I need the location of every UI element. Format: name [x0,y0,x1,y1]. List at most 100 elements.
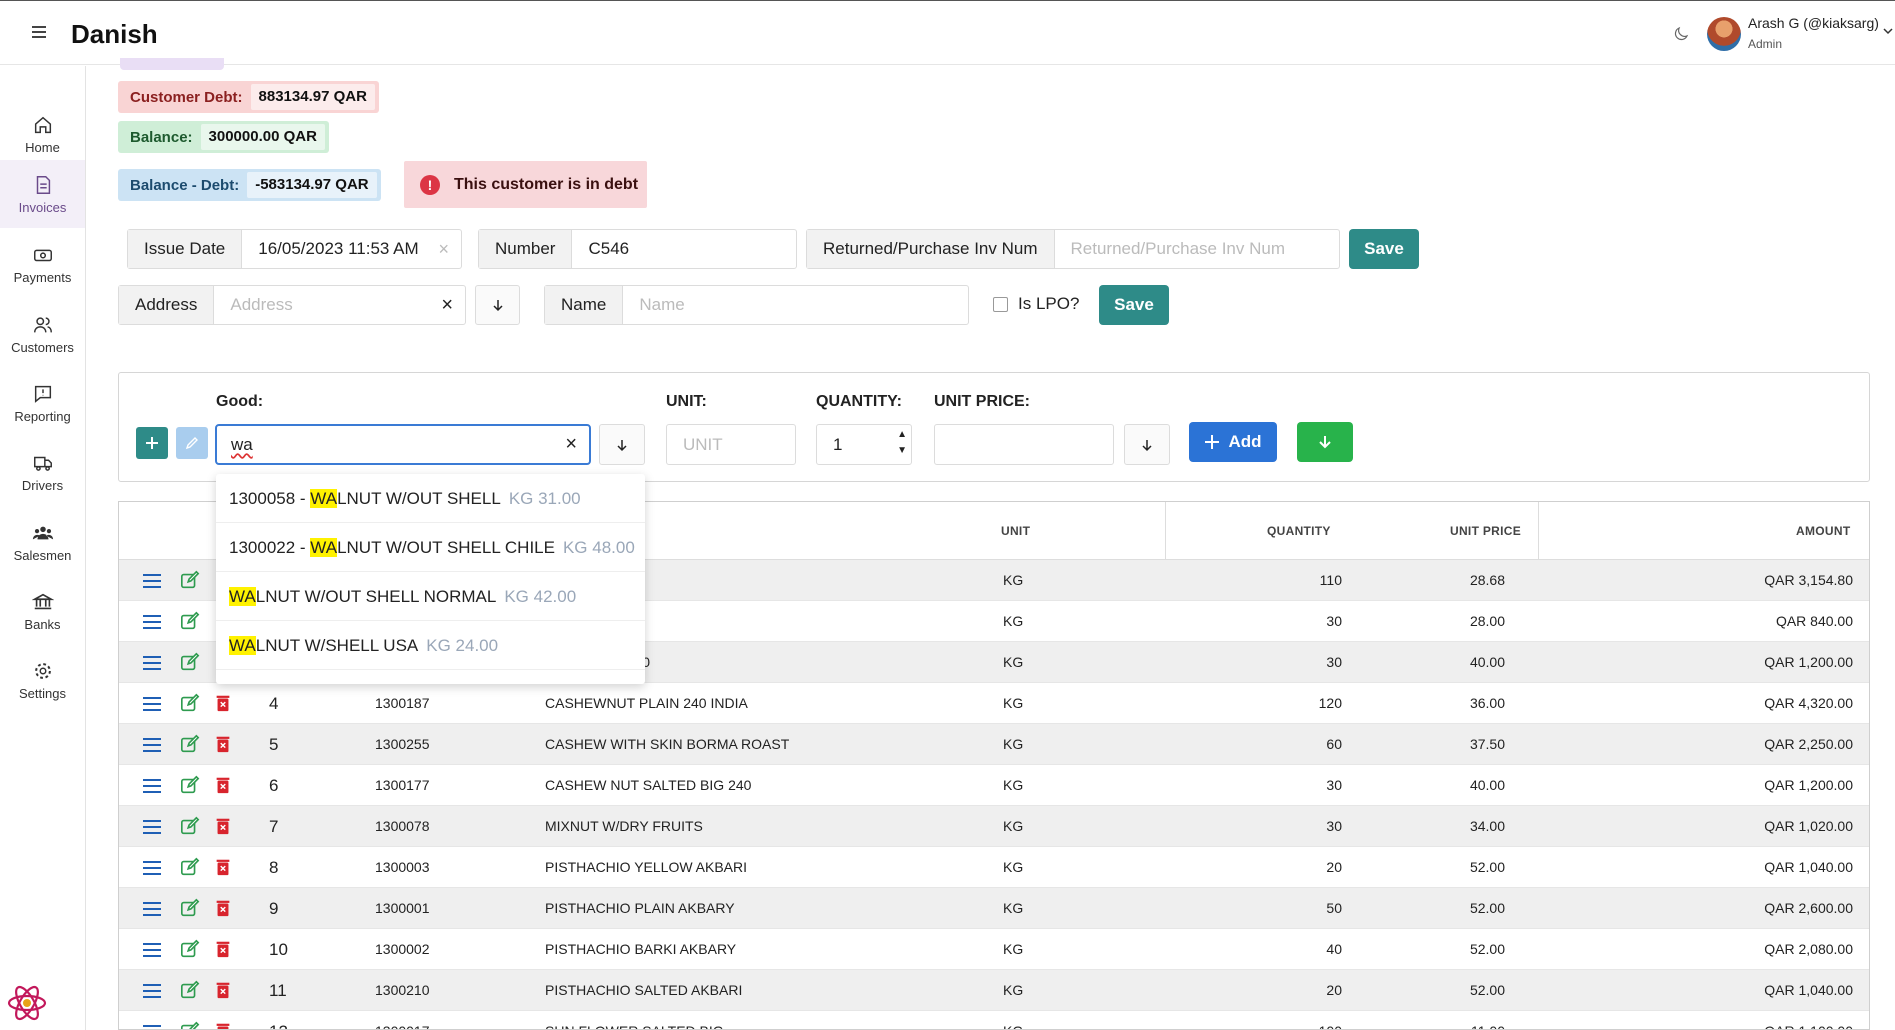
suggestion-option[interactable]: 1300058 - WALNUT W/OUT SHELL KG 31.00 [216,474,645,523]
row-delete-icon[interactable] [213,734,235,756]
chevron-down-icon[interactable] [1882,25,1894,37]
edit-good-button[interactable] [176,427,208,459]
row-delete-icon[interactable] [213,693,235,715]
sidebar-item-banks[interactable]: Banks [0,577,85,645]
row-quantity: 100 [1319,1011,1342,1029]
header-quantity[interactable]: QUANTITY [1267,524,1331,538]
sidebar-item-drivers[interactable]: Drivers [0,438,85,506]
quantity-stepper[interactable]: 1 ▲ ▼ [816,424,912,465]
good-dropdown-button[interactable] [599,424,645,465]
save-button-2[interactable]: Save [1099,285,1169,325]
row-unit: KG [1003,941,1024,957]
row-edit-icon[interactable] [180,1021,202,1029]
unit-input[interactable]: UNIT [666,424,796,465]
row-edit-icon[interactable] [180,611,202,633]
lpo-checkbox-group[interactable]: Is LPO? [993,294,1079,314]
suggestion-option[interactable]: 1300022 - WALNUT W/OUT SHELL CHILE KG 48.… [216,523,645,572]
sidebar-item-invoices[interactable]: Invoices [0,160,85,228]
row-edit-icon[interactable] [180,734,202,756]
row-edit-icon[interactable] [180,898,202,920]
suggestion-option[interactable]: WALNUT W/SHELL USA KG 24.00 [216,621,645,670]
row-code: 1300002 [375,941,430,957]
row-good-name: PISTHACHIO BARKI AKBARY [545,941,737,957]
row-good-name: PISTHACHIO SALTED AKBARI [545,982,743,998]
clear-icon[interactable]: × [565,426,577,463]
row-quantity: 60 [1326,736,1342,752]
lpo-checkbox[interactable] [993,296,1008,312]
clear-icon[interactable]: × [438,230,449,268]
sidebar-item-label: Payments [13,270,72,285]
app-title: Danish [71,19,158,49]
row-number: 6 [269,776,279,795]
header-amount[interactable]: AMOUNT [1796,524,1850,538]
row-amount: QAR 2,080.00 [1764,941,1853,957]
name-label: Name [545,286,624,324]
user-name[interactable]: Arash G (@kiaksarg) [1748,15,1879,31]
row-menu-icon[interactable] [141,939,163,961]
row-edit-icon[interactable] [180,980,202,1002]
balance-debt-value: -583134.97 QAR [247,172,377,198]
header-unit[interactable]: UNIT [1001,524,1030,538]
row-menu-icon[interactable] [141,898,163,920]
row-unit: KG [1003,736,1024,752]
header-unit-price[interactable]: UNIT PRICE [1450,524,1521,538]
stepper-arrows-icon[interactable]: ▲ ▼ [897,427,907,459]
row-unit: KG [1003,859,1024,875]
returned-inv-input[interactable]: Returned/Purchase Inv Num [1055,230,1340,268]
moon-icon[interactable] [1672,25,1690,43]
row-menu-icon[interactable] [141,775,163,797]
row-menu-icon[interactable] [141,857,163,879]
balance-debt-label: Balance - Debt: [130,176,240,194]
row-delete-icon[interactable] [213,857,235,879]
sidebar-item-home[interactable]: Home [0,100,85,168]
row-menu-icon[interactable] [141,652,163,674]
row-edit-icon[interactable] [180,857,202,879]
sidebar-item-customers[interactable]: Customers [0,300,85,368]
sidebar-item-reporting[interactable]: Reporting [0,369,85,437]
row-edit-icon[interactable] [180,775,202,797]
row-edit-icon[interactable] [180,939,202,961]
add-button[interactable]: Add [1189,422,1277,462]
download-button[interactable] [1297,422,1353,462]
row-menu-icon[interactable] [141,693,163,715]
debt-alert: ! This customer is in debt [404,161,647,208]
row-menu-icon[interactable] [141,611,163,633]
save-button[interactable]: Save [1349,229,1419,269]
row-menu-icon[interactable] [141,980,163,1002]
good-search-input[interactable]: wa × [215,424,591,465]
new-good-button[interactable] [136,427,168,459]
unit-price-dropdown-button[interactable] [1124,424,1170,465]
sidebar-item-label: Banks [24,617,61,632]
unit-price-input[interactable] [934,424,1114,465]
sidebar-item-salesmen[interactable]: Salesmen [0,508,85,576]
row-menu-icon[interactable] [141,734,163,756]
row-menu-icon[interactable] [141,570,163,592]
clear-icon[interactable]: × [441,286,453,324]
row-delete-icon[interactable] [213,816,235,838]
sidebar-item-label: Customers [11,340,74,355]
suggestion-option[interactable]: WALNUT W/OUT SHELL NORMAL KG 42.00 [216,572,645,621]
sidebar-item-settings[interactable]: Settings [0,646,85,714]
number-input[interactable]: C546 [572,230,796,268]
row-edit-icon[interactable] [180,693,202,715]
row-edit-icon[interactable] [180,570,202,592]
row-edit-icon[interactable] [180,816,202,838]
row-delete-icon[interactable] [213,1021,235,1029]
row-delete-icon[interactable] [213,775,235,797]
name-input[interactable]: Name [623,286,968,324]
avatar[interactable] [1707,17,1741,51]
address-input[interactable]: Address × [214,286,465,324]
address-dropdown-button[interactable] [475,285,520,325]
row-edit-icon[interactable] [180,652,202,674]
row-menu-icon[interactable] [141,1021,163,1029]
sidebar-item-payments[interactable]: Payments [0,230,85,298]
number-label: Number [479,230,573,268]
issue-date-input[interactable]: 16/05/2023 11:53 AM × [242,230,461,268]
menu-icon[interactable] [28,23,50,45]
row-delete-icon[interactable] [213,939,235,961]
table-row: 10 1300002 PISTHACHIO BARKI AKBARY KG 40 52.0… [119,929,1869,970]
row-delete-icon[interactable] [213,898,235,920]
row-delete-icon[interactable] [213,980,235,1002]
row-menu-icon[interactable] [141,816,163,838]
row-unit: KG [1003,777,1024,793]
